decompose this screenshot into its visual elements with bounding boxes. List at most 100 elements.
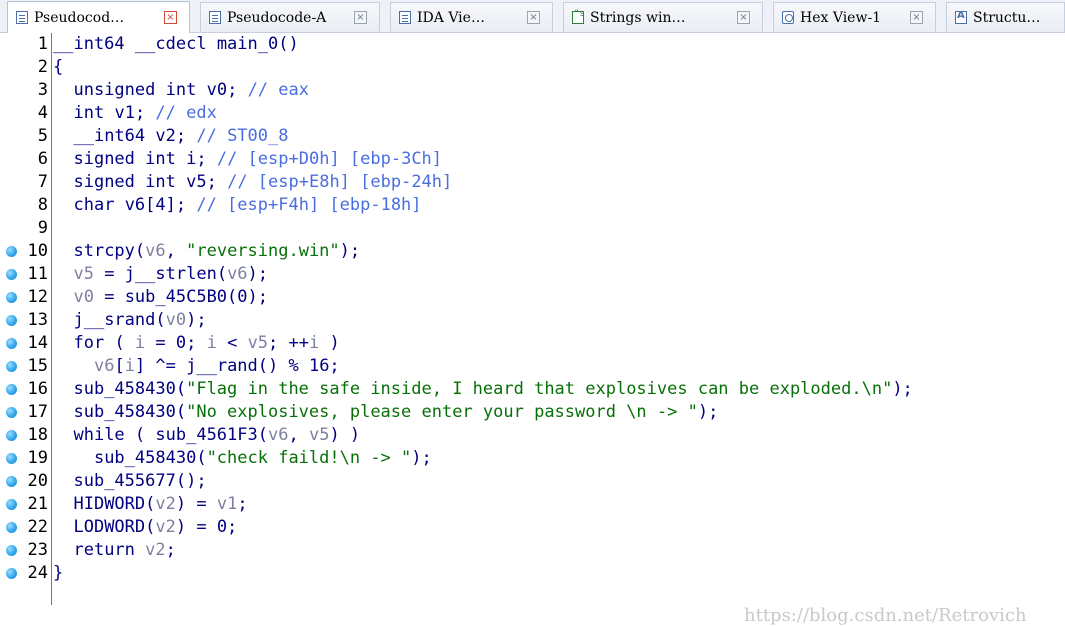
tab-label: Strings win… [590, 9, 686, 26]
code-text: { [53, 57, 64, 77]
breakpoint-dot-icon[interactable] [6, 315, 17, 326]
pseudocode-editor[interactable]: 1 __int64 __cdecl main_0() 2{3 unsigned in… [0, 33, 1065, 626]
code-line[interactable]: 15 v6[i] ^= j__rand() % 16; [0, 355, 1065, 378]
line-number: 17 [27, 402, 48, 422]
breakpoint-dot-icon[interactable] [6, 246, 17, 257]
code-line[interactable]: 24} [0, 562, 1065, 585]
line-number: 6 [37, 149, 48, 169]
line-number: 5 [37, 126, 48, 146]
code-text: v5 = j__strlen(v6); [73, 264, 269, 284]
code-line[interactable]: 3 unsigned int v0; // eax [0, 79, 1065, 102]
close-icon[interactable]: × [164, 11, 177, 24]
ida-view-icon [399, 11, 411, 24]
code-text: for ( i = 0; i < v5; ++i ) [73, 333, 340, 353]
tab-pseudocode-a[interactable]: Pseudocode-A × [200, 2, 380, 32]
line-number: 9 [37, 218, 48, 238]
tab-bar: Pseudocod… × Pseudocode-A × IDA Vie… × S… [0, 0, 1065, 33]
code-line[interactable]: 5 __int64 v2; // ST00_8 [0, 125, 1065, 148]
code-line[interactable]: 6 signed int i; // [esp+D0h] [ebp-3Ch] [0, 148, 1065, 171]
line-number: 15 [27, 356, 48, 376]
close-icon[interactable]: × [910, 11, 923, 24]
tab-pseudocode[interactable]: Pseudocod… × [7, 1, 190, 33]
code-text: j__srand(v0); [73, 310, 207, 330]
pseudocode-doc-icon [209, 11, 221, 24]
code-line[interactable]: 10 strcpy(v6, "reversing.win"); [0, 240, 1065, 263]
code-text: sub_458430("Flag in the safe inside, I h… [73, 379, 913, 399]
code-line[interactable]: 1 __int64 __cdecl main_0() [0, 33, 1065, 56]
breakpoint-dot-icon[interactable] [6, 568, 17, 579]
close-icon[interactable]: × [354, 11, 367, 24]
code-text: sub_458430("check faild!\n -> "); [93, 448, 432, 468]
breakpoint-dot-icon[interactable] [6, 384, 17, 395]
code-line[interactable]: 19 sub_458430("check faild!\n -> "); [0, 447, 1065, 470]
line-number: 23 [27, 540, 48, 560]
breakpoint-dot-icon[interactable] [6, 499, 17, 510]
line-number: 22 [27, 517, 48, 537]
code-text: strcpy(v6, "reversing.win"); [73, 241, 361, 261]
code-text: LODWORD(v2) = 0; [73, 517, 238, 537]
line-number: 20 [27, 471, 48, 491]
code-line[interactable]: 21 HIDWORD(v2) = v1; [0, 493, 1065, 516]
code-line[interactable]: 23 return v2; [0, 539, 1065, 562]
breakpoint-dot-icon[interactable] [6, 292, 17, 303]
code-text: while ( sub_4561F3(v6, v5) ) [73, 425, 361, 445]
code-line[interactable]: 20 sub_455677(); [0, 470, 1065, 493]
code-line[interactable]: 11 v5 = j__strlen(v6); [0, 263, 1065, 286]
tab-structures[interactable]: Structu… [946, 2, 1065, 32]
line-number: 10 [27, 241, 48, 261]
line-number: 21 [27, 494, 48, 514]
tab-label: Pseudocod… [34, 9, 125, 26]
line-number: 7 [37, 172, 48, 192]
code-text: unsigned int v0; // eax [73, 80, 309, 100]
code-text: HIDWORD(v2) = v1; [73, 494, 248, 514]
code-text: v0 = sub_45C5B0(0); [73, 287, 268, 307]
code-line[interactable]: 4 int v1; // edx [0, 102, 1065, 125]
tab-strings-window[interactable]: Strings win… × [563, 2, 763, 32]
line-number: 16 [27, 379, 48, 399]
code-line[interactable]: 2{ [0, 56, 1065, 79]
code-text: int v1; // edx [73, 103, 217, 123]
breakpoint-dot-icon[interactable] [6, 361, 17, 372]
code-line[interactable]: 13 j__srand(v0); [0, 309, 1065, 332]
breakpoint-dot-icon[interactable] [6, 269, 17, 280]
code-line[interactable]: 7 signed int v5; // [esp+E8h] [ebp-24h] [0, 171, 1065, 194]
line-number: 3 [37, 80, 48, 100]
tab-label: Hex View-1 [800, 9, 882, 26]
code-text: signed int v5; // [esp+E8h] [ebp-24h] [73, 172, 453, 192]
code-text: __int64 v2; // ST00_8 [73, 126, 289, 146]
code-text: v6[i] ^= j__rand() % 16; [93, 356, 340, 376]
code-text: sub_455677(); [73, 471, 207, 491]
breakpoint-dot-icon[interactable] [6, 476, 17, 487]
line-number: 8 [37, 195, 48, 215]
strings-icon [572, 9, 585, 24]
code-text: } [53, 563, 64, 583]
code-line[interactable]: 9 [0, 217, 1065, 240]
tab-label: IDA Vie… [417, 9, 485, 26]
code-text: sub_458430("No explosives, please enter … [73, 402, 719, 422]
breakpoint-dot-icon[interactable] [6, 453, 17, 464]
code-text: __int64 __cdecl main_0() [53, 34, 299, 54]
tab-ida-view[interactable]: IDA Vie… × [390, 2, 553, 32]
code-line[interactable]: 14 for ( i = 0; i < v5; ++i ) [0, 332, 1065, 355]
line-number: 14 [27, 333, 48, 353]
hex-view-icon [782, 11, 794, 24]
line-number: 19 [27, 448, 48, 468]
breakpoint-dot-icon[interactable] [6, 430, 17, 441]
pseudocode-doc-icon [16, 11, 28, 24]
breakpoint-dot-icon[interactable] [6, 338, 17, 349]
structures-icon [955, 10, 967, 24]
breakpoint-dot-icon[interactable] [6, 407, 17, 418]
code-text: return v2; [73, 540, 176, 560]
code-line[interactable]: 8 char v6[4]; // [esp+F4h] [ebp-18h] [0, 194, 1065, 217]
close-icon[interactable]: × [527, 11, 540, 24]
code-line[interactable]: 22 LODWORD(v2) = 0; [0, 516, 1065, 539]
code-line[interactable]: 12 v0 = sub_45C5B0(0); [0, 286, 1065, 309]
tab-hex-view[interactable]: Hex View-1 × [773, 2, 936, 32]
code-text: signed int i; // [esp+D0h] [ebp-3Ch] [73, 149, 443, 169]
code-line[interactable]: 18 while ( sub_4561F3(v6, v5) ) [0, 424, 1065, 447]
breakpoint-dot-icon[interactable] [6, 545, 17, 556]
breakpoint-dot-icon[interactable] [6, 522, 17, 533]
code-line[interactable]: 16 sub_458430("Flag in the safe inside, … [0, 378, 1065, 401]
close-icon[interactable]: × [737, 11, 750, 24]
code-line[interactable]: 17 sub_458430("No explosives, please ent… [0, 401, 1065, 424]
